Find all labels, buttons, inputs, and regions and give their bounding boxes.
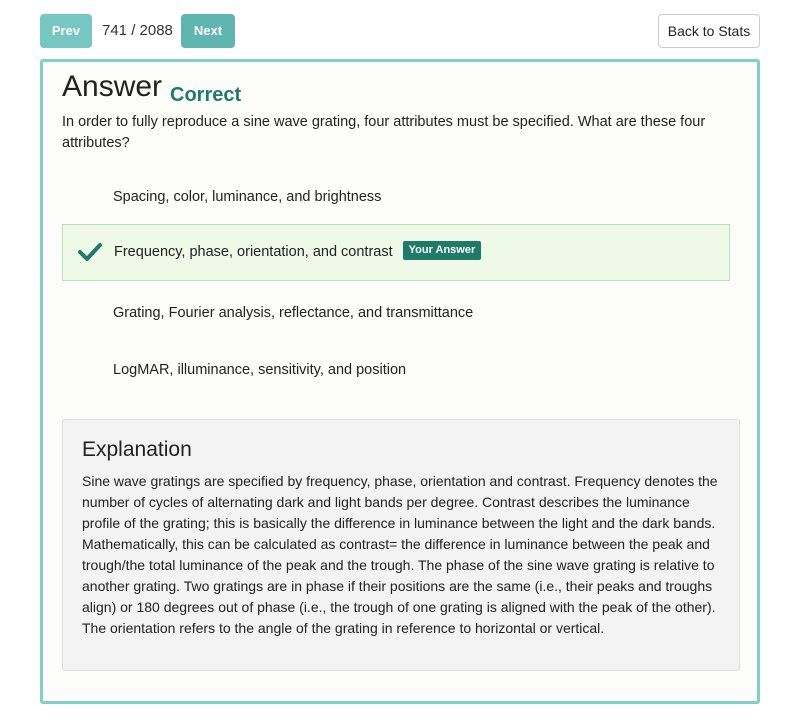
checkmark-icon <box>78 243 102 261</box>
option-text: Frequency, phase, orientation, and contr… <box>114 244 393 260</box>
next-button[interactable]: Next <box>181 14 235 48</box>
option-text: Spacing, color, luminance, and brightnes… <box>113 189 382 205</box>
option-text: Grating, Fourier analysis, reflectance, … <box>113 305 474 321</box>
explanation-title: Explanation <box>82 438 192 461</box>
option-4[interactable]: LogMAR, illuminance, sensitivity, and po… <box>62 342 730 399</box>
question-text: In order to fully reproduce a sine wave … <box>62 114 706 151</box>
explanation-panel: Explanation Sine wave gratings are speci… <box>62 419 740 671</box>
option-2-selected[interactable]: Frequency, phase, orientation, and contr… <box>62 224 730 281</box>
question-counter: 741 / 2088 <box>102 22 173 39</box>
prev-button[interactable]: Prev <box>40 14 92 48</box>
explanation-text: Sine wave gratings are specified by freq… <box>82 473 718 636</box>
option-text: LogMAR, illuminance, sensitivity, and po… <box>113 362 407 378</box>
answer-heading: Answer <box>62 70 163 103</box>
result-status: Correct <box>170 84 242 106</box>
answer-card: Answer Correct In order to fully reprodu… <box>40 59 760 704</box>
navigation-bar: Prev 741 / 2088 Next Back to Stats <box>40 14 760 48</box>
your-answer-badge: Your Answer <box>402 240 482 260</box>
option-1[interactable]: Spacing, color, luminance, and brightnes… <box>62 169 730 226</box>
back-to-stats-button[interactable]: Back to Stats <box>658 14 760 48</box>
option-3[interactable]: Grating, Fourier analysis, reflectance, … <box>62 285 730 342</box>
option-text-wrap: Frequency, phase, orientation, and contr… <box>114 225 482 280</box>
